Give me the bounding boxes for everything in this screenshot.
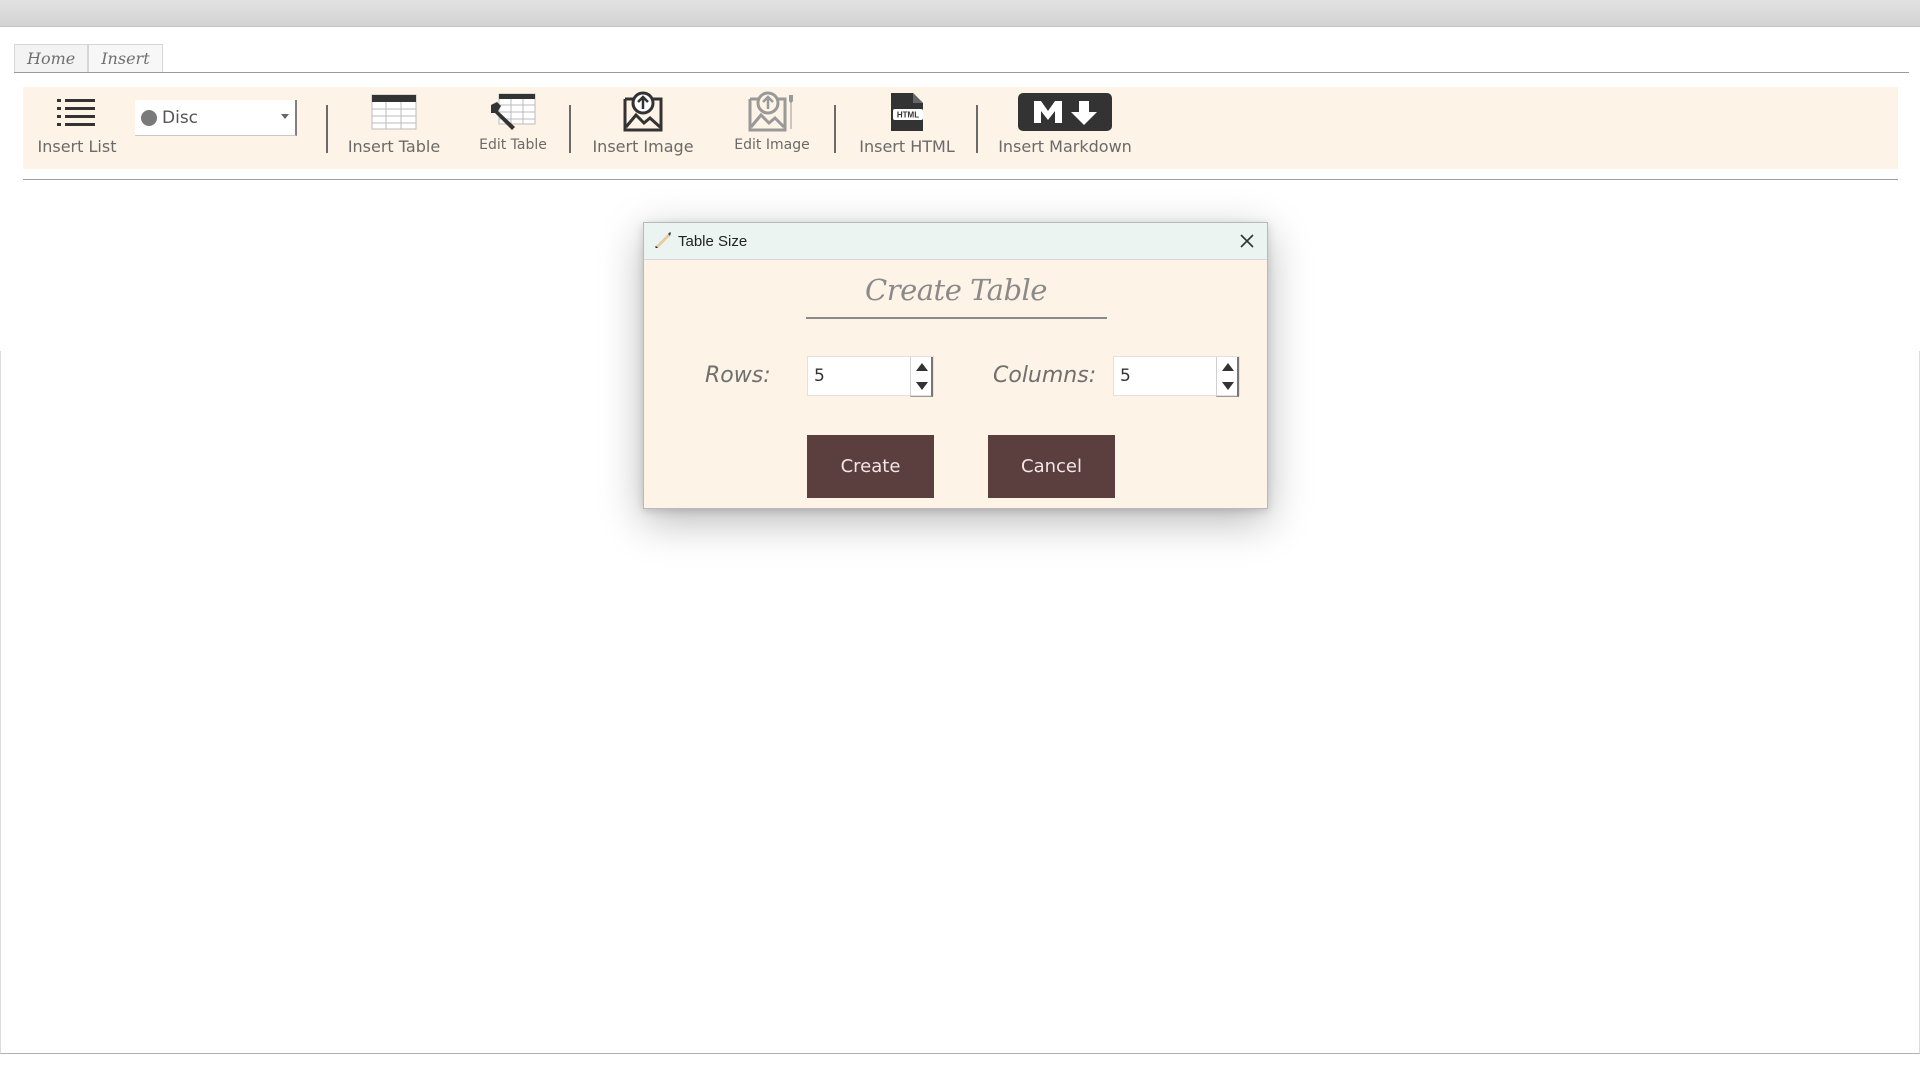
insert-html-label: Insert HTML <box>859 137 955 156</box>
rows-increment-icon[interactable] <box>916 363 928 371</box>
ribbon-separator <box>834 105 836 153</box>
ribbon-tabs: Home Insert <box>14 44 163 73</box>
edit-image-label: Edit Image <box>734 137 810 153</box>
ribbon-separator <box>976 105 978 153</box>
list-icon <box>57 87 97 137</box>
rows-label: Rows: <box>705 363 771 388</box>
tab-divider <box>14 72 1909 73</box>
insert-markdown-label: Insert Markdown <box>998 137 1132 156</box>
insert-list-label: Insert List <box>37 137 117 156</box>
pen-icon <box>654 230 672 252</box>
create-button[interactable]: Create <box>807 435 934 498</box>
list-style-value: Disc <box>162 107 199 128</box>
disc-bullet-icon <box>141 109 157 126</box>
insert-table-label: Insert Table <box>347 137 441 156</box>
insert-list-button[interactable]: Insert List <box>37 87 117 169</box>
insert-table-button[interactable]: Insert Table <box>347 87 441 169</box>
image-upload-icon <box>622 87 664 137</box>
window-title-bar <box>0 0 1920 27</box>
html-file-icon: HTML <box>887 87 927 137</box>
dialog-heading: Create Table <box>865 273 1047 307</box>
columns-stepper <box>1113 356 1240 397</box>
columns-increment-icon[interactable] <box>1222 363 1234 371</box>
ribbon-separator <box>569 105 571 153</box>
insert-html-button[interactable]: HTML Insert HTML <box>857 87 957 169</box>
table-size-dialog: Table Size Create Table Rows: Columns: C… <box>643 222 1268 509</box>
rows-decrement-icon[interactable] <box>916 382 928 390</box>
tab-insert[interactable]: Insert <box>88 44 163 73</box>
edit-table-icon <box>489 87 537 137</box>
ribbon-separator <box>326 105 328 153</box>
rows-stepper <box>807 356 934 397</box>
edit-image-icon <box>747 87 797 137</box>
dialog-title-bar[interactable]: Table Size <box>644 223 1267 260</box>
insert-markdown-button[interactable]: Insert Markdown <box>998 87 1132 169</box>
cancel-button[interactable]: Cancel <box>988 435 1115 498</box>
rows-input[interactable] <box>808 357 898 395</box>
edit-image-button[interactable]: Edit Image <box>731 87 813 169</box>
list-style-dropdown[interactable]: Disc <box>135 100 297 136</box>
ribbon-divider <box>23 179 1898 180</box>
chevron-down-icon <box>281 114 289 119</box>
edit-table-button[interactable]: Edit Table <box>473 87 553 169</box>
heading-underline <box>806 317 1107 319</box>
columns-spin-buttons <box>1216 357 1239 397</box>
rows-spin-buttons <box>910 357 933 397</box>
tab-home[interactable]: Home <box>14 44 89 73</box>
edit-table-label: Edit Table <box>479 137 547 153</box>
close-icon[interactable] <box>1235 229 1259 253</box>
columns-decrement-icon[interactable] <box>1222 382 1234 390</box>
insert-ribbon: Insert List Disc Insert Table Edit Table… <box>23 87 1898 169</box>
insert-image-button[interactable]: Insert Image <box>591 87 695 169</box>
insert-image-label: Insert Image <box>592 137 694 156</box>
svg-text:HTML: HTML <box>897 111 919 120</box>
table-icon <box>371 87 417 137</box>
columns-input[interactable] <box>1114 357 1204 395</box>
markdown-icon <box>1017 87 1113 137</box>
dialog-title: Table Size <box>678 232 748 250</box>
columns-label: Columns: <box>993 363 1097 388</box>
